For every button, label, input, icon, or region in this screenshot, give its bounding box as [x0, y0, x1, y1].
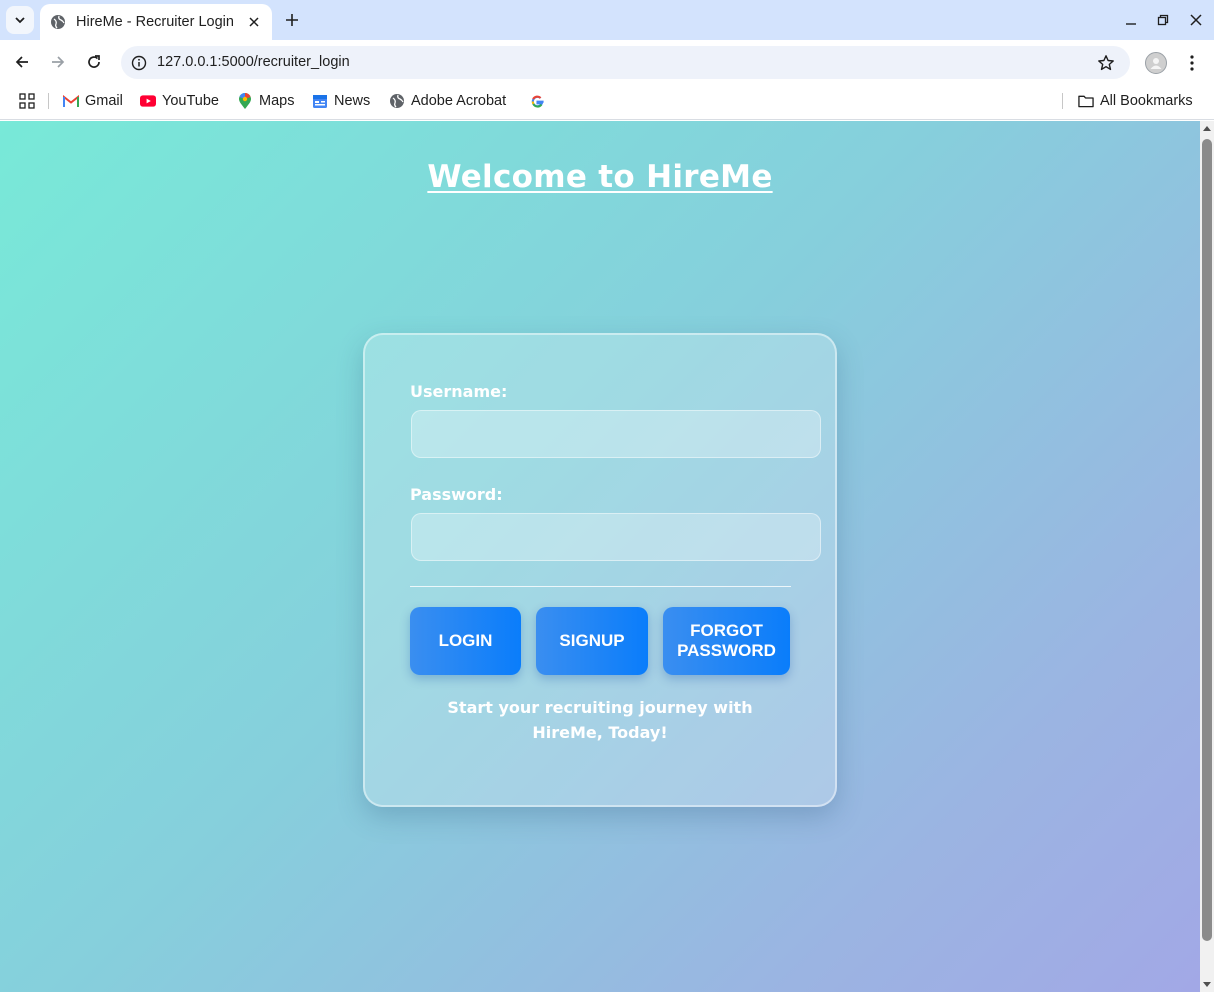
new-tab-button[interactable] — [280, 8, 304, 32]
password-input[interactable] — [411, 513, 821, 561]
all-bookmarks-label: All Bookmarks — [1100, 93, 1193, 109]
minimize-button[interactable] — [1121, 10, 1141, 30]
reload-icon — [88, 55, 100, 68]
bookmark-star-icon[interactable] — [1096, 53, 1116, 73]
site-info-icon[interactable] — [129, 53, 149, 73]
globe-icon — [389, 93, 405, 109]
username-input[interactable] — [411, 410, 821, 458]
url-text: 127.0.0.1:5000/recruiter_login — [157, 54, 350, 70]
address-bar[interactable]: 127.0.0.1:5000/recruiter_login — [121, 46, 1130, 79]
bookmark-adobe-acrobat[interactable]: Adobe Acrobat — [389, 90, 506, 112]
signup-button[interactable]: SIGNUP — [536, 607, 648, 675]
back-button[interactable] — [10, 50, 34, 74]
gmail-icon — [63, 93, 79, 109]
bookmark-news[interactable]: News — [312, 90, 370, 112]
scroll-down-arrow-icon[interactable] — [1203, 982, 1211, 987]
bookmark-gmail[interactable]: Gmail — [63, 90, 123, 112]
tab-strip: HireMe - Recruiter Login — [0, 0, 1214, 40]
bookmark-label: Adobe Acrobat — [411, 93, 507, 109]
profile-avatar[interactable] — [1145, 52, 1167, 74]
restore-icon — [1157, 14, 1169, 26]
bookmark-youtube[interactable]: YouTube — [140, 90, 219, 112]
bookmark-maps[interactable]: Maps — [237, 90, 294, 112]
login-button[interactable]: LOGIN — [410, 607, 521, 675]
forgot-password-button[interactable]: FORGOT PASSWORD — [663, 607, 790, 675]
browser-tab-active[interactable]: HireMe - Recruiter Login — [40, 4, 272, 40]
reload-button[interactable] — [82, 50, 106, 74]
arrow-right-icon — [52, 56, 65, 68]
apps-grid-icon[interactable] — [17, 91, 37, 111]
bookmarks-bar: Gmail YouTube Maps News Adobe Acrobat Al… — [0, 85, 1214, 120]
username-label: Username: — [410, 382, 508, 401]
bookmarks-divider — [48, 93, 49, 109]
page-viewport: Welcome to HireMe Username: Password: LO… — [0, 121, 1200, 992]
youtube-icon — [140, 93, 156, 109]
page-title: Welcome to HireMe — [427, 159, 773, 195]
scroll-up-arrow-icon[interactable] — [1203, 126, 1211, 131]
news-icon — [312, 93, 328, 109]
tab-title: HireMe - Recruiter Login — [76, 14, 234, 30]
bookmark-label: YouTube — [162, 93, 219, 109]
tab-close-icon[interactable] — [246, 14, 262, 30]
restore-button[interactable] — [1153, 10, 1173, 30]
google-icon — [529, 93, 545, 109]
form-divider — [410, 586, 791, 587]
bookmarks-divider — [1062, 93, 1063, 109]
bookmark-label: News — [334, 93, 371, 109]
close-icon — [1190, 14, 1202, 26]
minimize-icon — [1126, 23, 1136, 25]
forward-button[interactable] — [46, 50, 70, 74]
browser-menu-button[interactable] — [1181, 52, 1203, 74]
avatar-icon — [1150, 58, 1162, 69]
bookmark-label: Maps — [259, 93, 295, 109]
page-scrollbar[interactable] — [1200, 121, 1214, 992]
close-window-button[interactable] — [1186, 10, 1206, 30]
more-vert-icon — [1190, 55, 1194, 71]
tagline-text: Start your recruiting journey with HireM… — [447, 698, 753, 742]
bookmark-label: Gmail — [85, 93, 123, 109]
all-bookmarks-button[interactable]: All Bookmarks — [1078, 90, 1193, 112]
chevron-down-icon — [15, 17, 25, 24]
login-card: Username: Password: LOGIN SIGNUP FORGOT … — [363, 333, 837, 807]
folder-icon — [1078, 93, 1094, 109]
scrollbar-thumb[interactable] — [1202, 139, 1212, 941]
maps-icon — [237, 92, 253, 109]
tab-search-button[interactable] — [6, 6, 34, 34]
arrow-left-icon — [15, 56, 28, 68]
password-label: Password: — [410, 485, 503, 504]
bookmark-google[interactable] — [529, 90, 551, 112]
plus-icon — [286, 14, 298, 26]
globe-icon — [50, 14, 66, 30]
